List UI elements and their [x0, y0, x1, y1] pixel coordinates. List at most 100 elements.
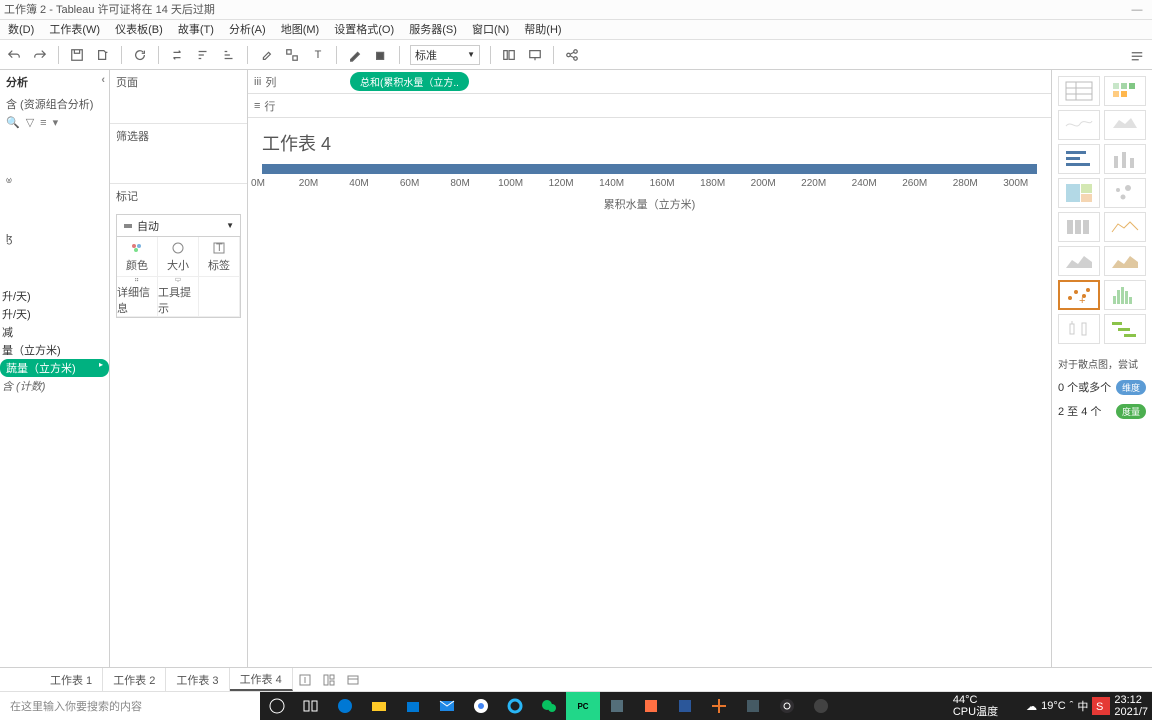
menu-data[interactable]: 数(D): [2, 20, 40, 40]
chart-histogram[interactable]: [1104, 280, 1146, 310]
measure-item[interactable]: 减: [0, 323, 109, 341]
filters-shelf[interactable]: 筛选器: [116, 128, 241, 144]
sheet-tab-active[interactable]: 工作表 4: [230, 668, 293, 691]
column-pill[interactable]: 总和(累积水量（立方..: [350, 72, 469, 91]
tableau-icon[interactable]: [702, 692, 736, 720]
app-icon-3[interactable]: [736, 692, 770, 720]
group-button[interactable]: [284, 47, 300, 63]
new-dashboard-button[interactable]: [317, 668, 341, 691]
undo-button[interactable]: [6, 47, 22, 63]
dropdown-icon[interactable]: ▾: [53, 116, 59, 129]
menu-story[interactable]: 故事(T): [172, 20, 220, 40]
analytics-tab[interactable]: 分析: [6, 74, 28, 90]
chart-circle[interactable]: [1104, 178, 1146, 208]
chart-side-bar[interactable]: [1058, 212, 1100, 242]
mark-type-selector[interactable]: 自动 ▼: [117, 215, 240, 237]
minimize-button[interactable]: —: [1122, 0, 1152, 20]
chart-heatmap[interactable]: [1104, 76, 1146, 106]
cortana-icon[interactable]: [260, 692, 294, 720]
menu-server[interactable]: 服务器(S): [403, 20, 463, 40]
presentation-button[interactable]: [527, 47, 543, 63]
rows-shelf[interactable]: ≡行: [248, 94, 1051, 118]
sort-asc-button[interactable]: [195, 47, 211, 63]
store-icon[interactable]: [396, 692, 430, 720]
chart-map-filled[interactable]: [1104, 110, 1146, 140]
menu-help[interactable]: 帮助(H): [518, 20, 567, 40]
view-mode-icon[interactable]: ≡: [40, 117, 46, 129]
sogou-icon[interactable]: S: [1092, 692, 1110, 720]
labels-button[interactable]: T: [310, 47, 326, 63]
marks-size[interactable]: 大小: [158, 237, 199, 277]
pen-button[interactable]: [347, 47, 363, 63]
show-me-toggle[interactable]: [1128, 45, 1146, 65]
windows-search[interactable]: 在这里输入你要搜索的内容: [0, 692, 260, 720]
refresh-button[interactable]: [132, 47, 148, 63]
menu-dashboard[interactable]: 仪表板(B): [109, 20, 169, 40]
marks-detail[interactable]: 详细信息: [117, 277, 158, 317]
app-icon[interactable]: [600, 692, 634, 720]
marks-label[interactable]: T标签: [199, 237, 240, 277]
new-datasource-button[interactable]: [95, 47, 111, 63]
chart-gantt[interactable]: [1104, 314, 1146, 344]
menu-analysis[interactable]: 分析(A): [223, 20, 272, 40]
new-story-button[interactable]: [341, 668, 365, 691]
chart-area-discrete[interactable]: [1104, 246, 1146, 276]
task-view-icon[interactable]: [294, 692, 328, 720]
sheet-tab[interactable]: 工作表 3: [166, 668, 229, 691]
visualization[interactable]: 工作表 4 0M20M40M60M80M100M120M140M160M180M…: [248, 118, 1051, 667]
chart-box[interactable]: [1058, 314, 1100, 344]
menu-window[interactable]: 窗口(N): [466, 20, 515, 40]
cpu-temp[interactable]: 44°CCPU温度: [953, 694, 998, 718]
app-icon-2[interactable]: [634, 692, 668, 720]
measure-item[interactable]: 量（立方米): [0, 341, 109, 359]
chrome-icon[interactable]: [464, 692, 498, 720]
save-button[interactable]: [69, 47, 85, 63]
measure-item[interactable]: 升/天): [0, 305, 109, 323]
filter-icon[interactable]: ▽: [26, 116, 34, 129]
obs-icon[interactable]: [770, 692, 804, 720]
sheet-tab[interactable]: 工作表 2: [103, 668, 166, 691]
sort-desc-button[interactable]: [221, 47, 237, 63]
ime-indicator[interactable]: 中: [1077, 698, 1088, 714]
chart-scatter[interactable]: +: [1058, 280, 1100, 310]
word-icon[interactable]: [668, 692, 702, 720]
edge-icon[interactable]: [328, 692, 362, 720]
bar-mark[interactable]: [262, 164, 1037, 174]
menu-format[interactable]: 设置格式(O): [328, 20, 400, 40]
chart-line-discrete[interactable]: [1104, 212, 1146, 242]
highlight-button[interactable]: [258, 47, 274, 63]
new-worksheet-button[interactable]: [293, 668, 317, 691]
marks-color[interactable]: 颜色: [117, 237, 158, 277]
fit-selector[interactable]: 标准▼: [410, 45, 480, 65]
menu-worksheet[interactable]: 工作表(W): [43, 20, 106, 40]
app-icon-4[interactable]: [804, 692, 838, 720]
tray-chevron[interactable]: ˆ: [1070, 700, 1074, 712]
share-button[interactable]: [564, 47, 580, 63]
measure-item-selected[interactable]: 蔬量（立方米): [0, 359, 109, 377]
chart-area[interactable]: [1058, 246, 1100, 276]
chart-text-table[interactable]: [1058, 76, 1100, 106]
clock[interactable]: 23:122021/7: [1114, 694, 1148, 718]
pages-shelf[interactable]: 页面: [116, 74, 241, 90]
chart-vbar[interactable]: [1104, 144, 1146, 174]
pycharm-icon[interactable]: PC: [566, 692, 600, 720]
measure-item[interactable]: 升/天): [0, 287, 109, 305]
swap-button[interactable]: [169, 47, 185, 63]
explorer-icon[interactable]: [362, 692, 396, 720]
field-search[interactable]: 🔍 ▽ ≡ ▾: [0, 114, 109, 131]
redo-button[interactable]: [32, 47, 48, 63]
sheet-tab[interactable]: 工作表 1: [40, 668, 103, 691]
chart-treemap[interactable]: [1058, 178, 1100, 208]
show-hide-cards-button[interactable]: [501, 47, 517, 63]
wechat-icon[interactable]: [532, 692, 566, 720]
datasource-item[interactable]: 含 (资源组合分析): [0, 94, 109, 114]
sheet-title[interactable]: 工作表 4: [262, 130, 1041, 156]
weather-icon[interactable]: ☁: [1026, 700, 1037, 713]
measure-count-item[interactable]: 含 (计数): [0, 377, 109, 395]
chart-hbar[interactable]: [1058, 144, 1100, 174]
chart-map-symbol[interactable]: [1058, 110, 1100, 140]
fill-button[interactable]: [373, 47, 389, 63]
columns-shelf[interactable]: iii列 总和(累积水量（立方..: [248, 70, 1051, 94]
menu-map[interactable]: 地图(M): [275, 20, 326, 40]
mail-icon[interactable]: [430, 692, 464, 720]
